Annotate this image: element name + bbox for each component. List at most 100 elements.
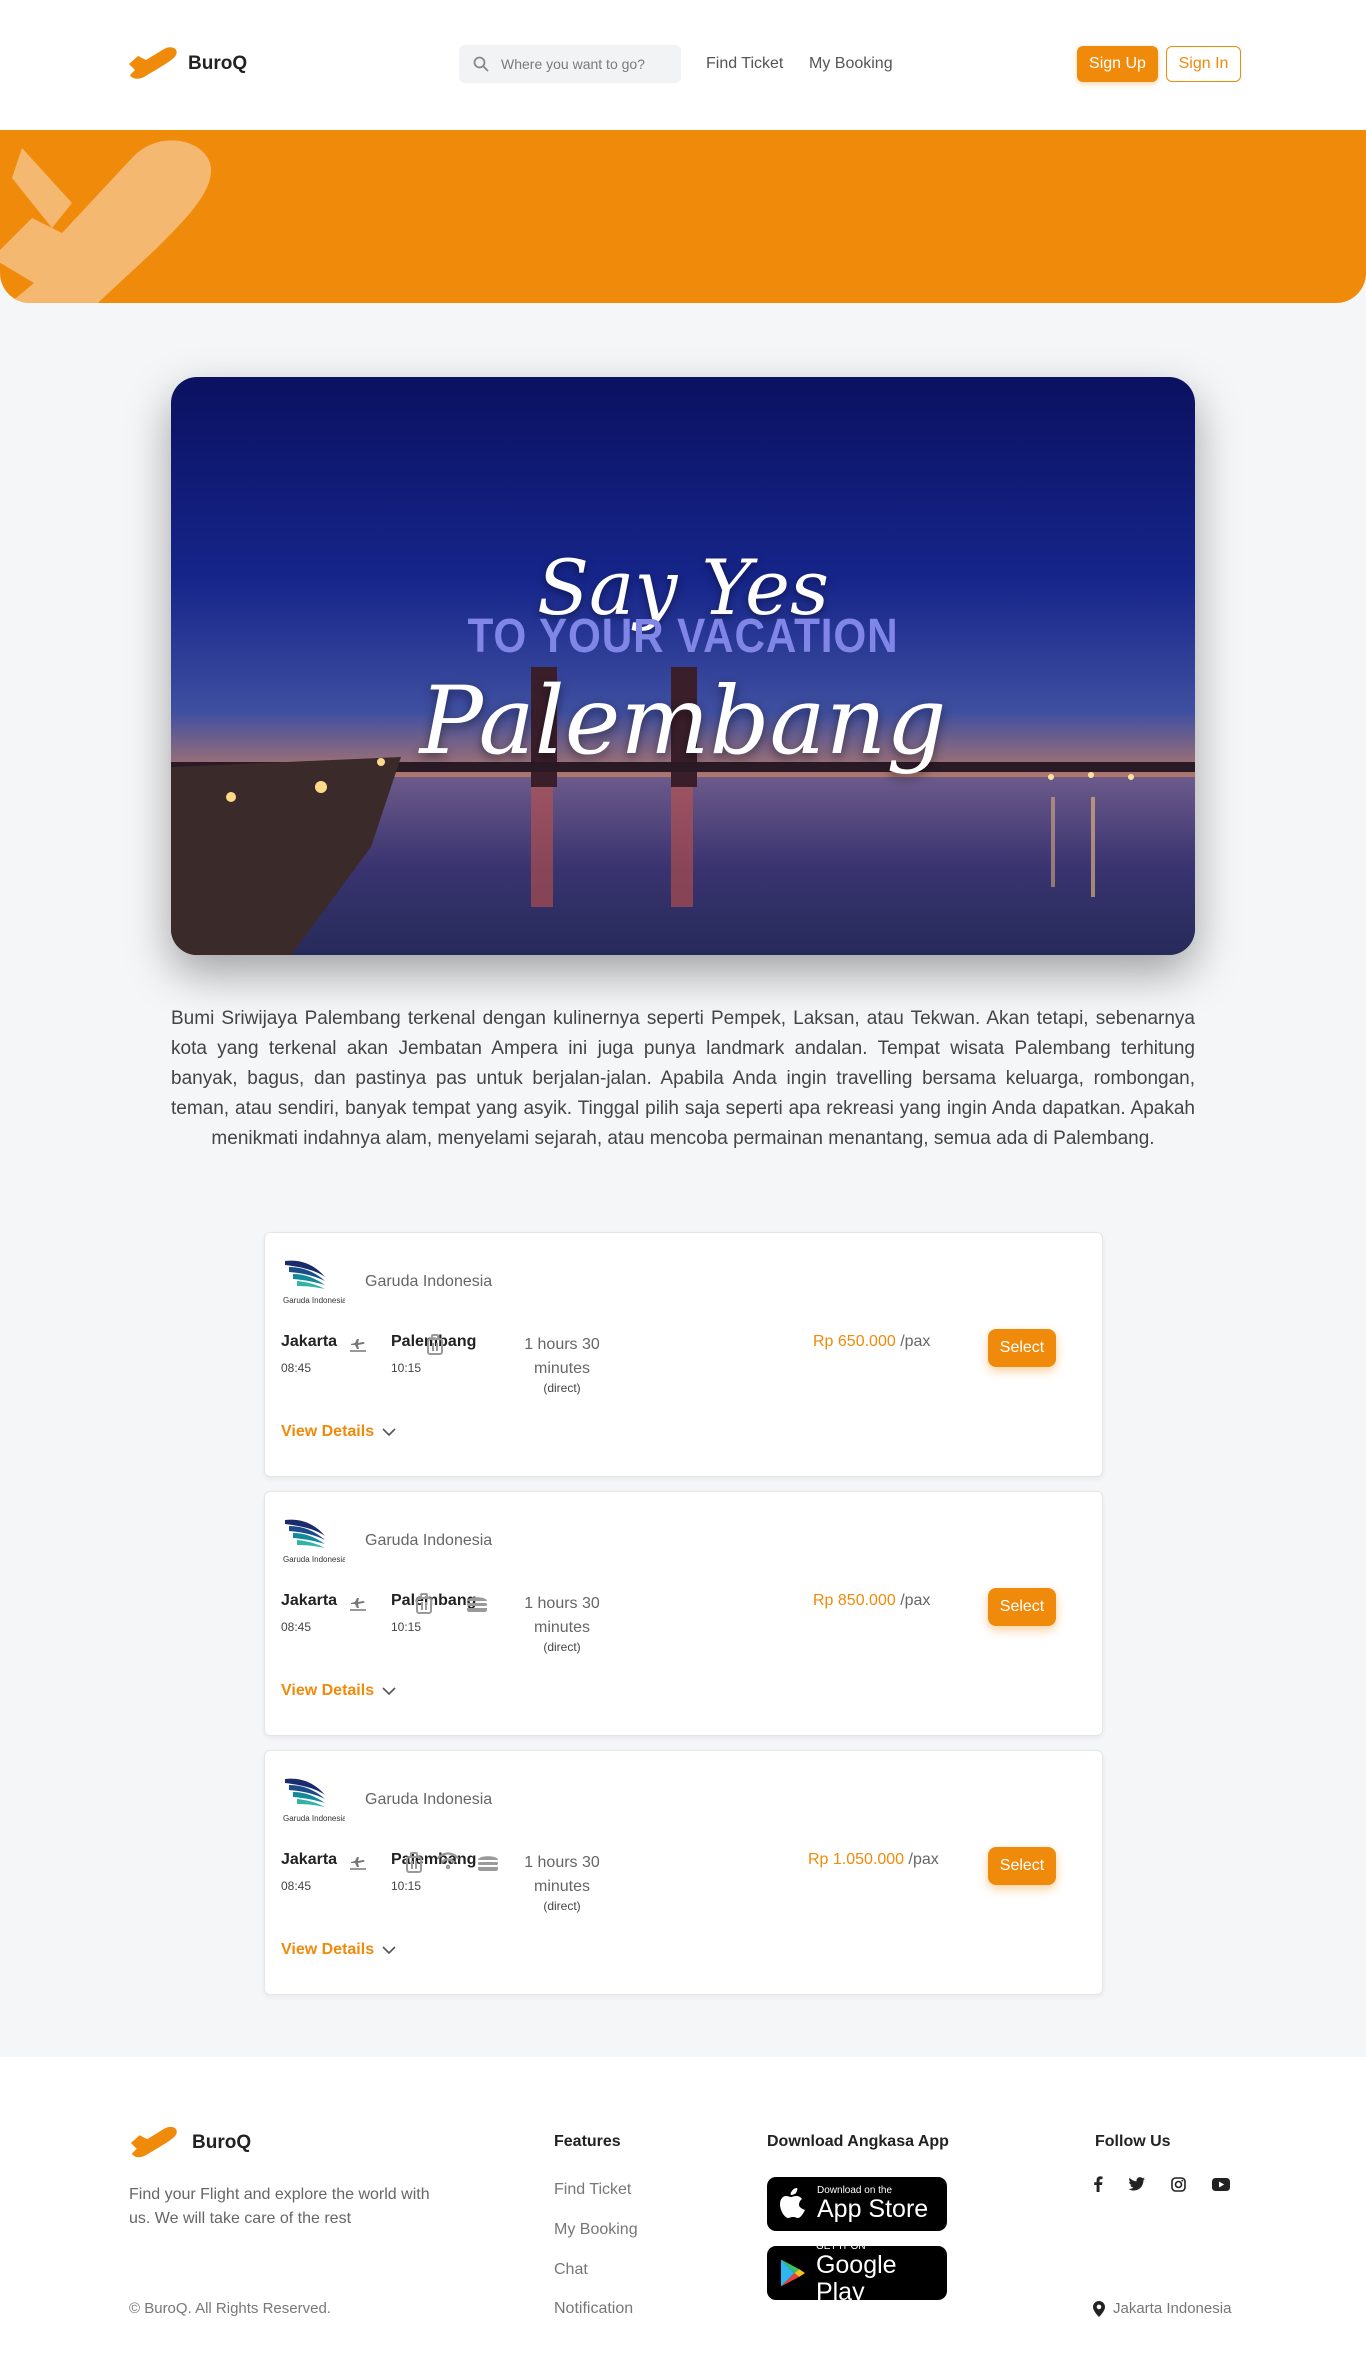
garuda-bird-icon: Garuda Indonesia	[283, 1260, 347, 1305]
flight-card: Garuda Indonesia Garuda Indonesia Jakart…	[264, 1750, 1103, 1995]
price: Rp 1.050.000 /pax	[808, 1851, 939, 1869]
arrival-time: 10:15	[391, 1620, 422, 1634]
view-details-label: View Details	[281, 1941, 375, 1958]
flight-type: (direct)	[543, 1899, 581, 1913]
hero-subtagline: TO YOUR VACATION	[467, 610, 899, 663]
twitter-icon[interactable]	[1129, 2177, 1145, 2191]
flight-duration: 1 hours 30 minutes	[524, 1854, 600, 1895]
price: Rp 650.000 /pax	[813, 1333, 930, 1351]
footer-link-my-booking[interactable]: My Booking	[554, 2221, 638, 2239]
flight-card: Garuda Indonesia Garuda Indonesia Jakart…	[264, 1232, 1103, 1477]
search-bar[interactable]	[459, 45, 681, 83]
google-play-icon	[780, 2259, 805, 2287]
brand[interactable]: BuroQ	[126, 46, 247, 82]
destination-city: Palembang	[391, 1851, 477, 1868]
price-unit: /pax	[908, 1851, 939, 1868]
flight-direction-icon	[349, 1594, 367, 1617]
flight-type: (direct)	[543, 1640, 581, 1654]
instagram-icon[interactable]	[1171, 2176, 1186, 2192]
social-links	[1093, 2176, 1230, 2192]
luggage-icon	[405, 1852, 423, 1879]
app-store-text: App Store	[817, 2195, 929, 2223]
footer-link-find-ticket[interactable]: Find Ticket	[554, 2181, 631, 2199]
chevron-down-icon	[382, 1427, 396, 1436]
hero-city-name: Palembang	[419, 667, 947, 776]
sign-up-button[interactable]: Sign Up	[1077, 46, 1158, 82]
google-play-small-text: GET IT ON	[815, 2240, 866, 2252]
airline-name: Garuda Indonesia	[365, 1791, 493, 1808]
flight-duration: 1 hours 30 minutes	[524, 1595, 600, 1636]
departure-time: 08:45	[281, 1361, 312, 1375]
youtube-icon[interactable]	[1212, 2177, 1230, 2191]
features-heading: Features	[554, 2133, 621, 2150]
google-play-button[interactable]: GET IT ON Google Play	[767, 2241, 947, 2305]
search-input[interactable]	[501, 56, 661, 72]
garuda-logo: Garuda Indonesia	[281, 1514, 347, 1571]
garuda-logo-caption: Garuda Indonesia	[283, 1814, 345, 1823]
garuda-bird-icon: Garuda Indonesia	[283, 1778, 347, 1823]
footer: BuroQ Find your Flight and explore the w…	[0, 2057, 1366, 2361]
footer-tagline: Find your Flight and explore the world w…	[129, 2186, 430, 2227]
luggage-icon	[426, 1334, 444, 1361]
select-flight-button[interactable]: Select	[988, 1588, 1056, 1626]
garuda-logo: Garuda Indonesia	[281, 1773, 347, 1830]
nav-find-ticket[interactable]: Find Ticket	[706, 55, 783, 73]
view-details-label: View Details	[281, 1682, 375, 1699]
departure-time: 08:45	[281, 1620, 312, 1634]
origin-city: Jakarta	[281, 1592, 338, 1609]
departure-time: 08:45	[281, 1879, 312, 1893]
plane-logo-icon	[129, 47, 177, 79]
footer-link-notification[interactable]: Notification	[554, 2300, 633, 2318]
garuda-bird-icon: Garuda Indonesia	[283, 1519, 347, 1564]
flight-direction-icon	[349, 1335, 367, 1358]
plane-logo-icon	[130, 2126, 177, 2158]
copyright: © BuroQ. All Rights Reserved.	[129, 2300, 331, 2317]
location-text: Jakarta Indonesia	[1113, 2300, 1232, 2317]
destination-hero-image: Say Yes TO YOUR VACATION Palembang	[171, 377, 1195, 955]
view-details-label: View Details	[281, 1423, 375, 1440]
chevron-down-icon	[382, 1945, 396, 1954]
select-flight-button[interactable]: Select	[988, 1847, 1056, 1885]
luggage-icon	[415, 1593, 433, 1620]
plane-watermark-icon	[0, 140, 212, 303]
top-navbar: BuroQ Find Ticket My Booking Sign Up Sig…	[0, 0, 1366, 130]
meal-icon	[465, 1593, 489, 1618]
flight-card: Garuda Indonesia Garuda Indonesia Jakart…	[264, 1491, 1103, 1736]
apple-icon	[780, 2188, 805, 2218]
garuda-logo-caption: Garuda Indonesia	[283, 1296, 345, 1305]
brand-name: BuroQ	[188, 53, 248, 74]
price-amount: Rp 650.000	[813, 1333, 896, 1350]
google-play-text: Google Play	[815, 2250, 897, 2306]
chevron-down-icon	[382, 1686, 396, 1695]
palembang-night-photo	[171, 377, 1195, 955]
view-details-toggle[interactable]: View Details	[281, 1682, 396, 1700]
map-pin-icon	[1093, 2300, 1105, 2317]
arrival-time: 10:15	[391, 1879, 422, 1893]
download-heading: Download Angkasa App	[767, 2133, 949, 2150]
price-amount: Rp 850.000	[813, 1592, 896, 1609]
price-unit: /pax	[900, 1592, 931, 1609]
footer-brand-name: BuroQ	[192, 2132, 252, 2153]
app-store-button[interactable]: Download on the App Store	[767, 2177, 947, 2231]
price: Rp 850.000 /pax	[813, 1592, 930, 1610]
price-amount: Rp 1.050.000	[808, 1851, 905, 1868]
flight-direction-icon	[349, 1853, 367, 1876]
footer-link-chat[interactable]: Chat	[554, 2261, 588, 2279]
facebook-icon[interactable]	[1093, 2176, 1103, 2192]
arrival-time: 10:15	[391, 1361, 422, 1375]
footer-location: Jakarta Indonesia	[1093, 2300, 1231, 2317]
view-details-toggle[interactable]: View Details	[281, 1941, 396, 1959]
footer-brand[interactable]: BuroQ	[128, 2125, 251, 2161]
nav-my-booking[interactable]: My Booking	[809, 55, 893, 73]
follow-heading: Follow Us	[1095, 2133, 1171, 2150]
airline-name: Garuda Indonesia	[365, 1532, 493, 1549]
sign-in-button[interactable]: Sign In	[1166, 46, 1241, 82]
garuda-logo-caption: Garuda Indonesia	[283, 1555, 345, 1564]
select-flight-button[interactable]: Select	[988, 1329, 1056, 1367]
destination-description: Bumi Sriwijaya Palembang terkenal dengan…	[171, 1008, 1195, 1149]
origin-city: Jakarta	[281, 1333, 338, 1350]
meal-icon	[476, 1852, 500, 1877]
view-details-toggle[interactable]: View Details	[281, 1423, 396, 1441]
destination-city: Palembang	[391, 1592, 477, 1609]
flight-type: (direct)	[543, 1381, 581, 1395]
